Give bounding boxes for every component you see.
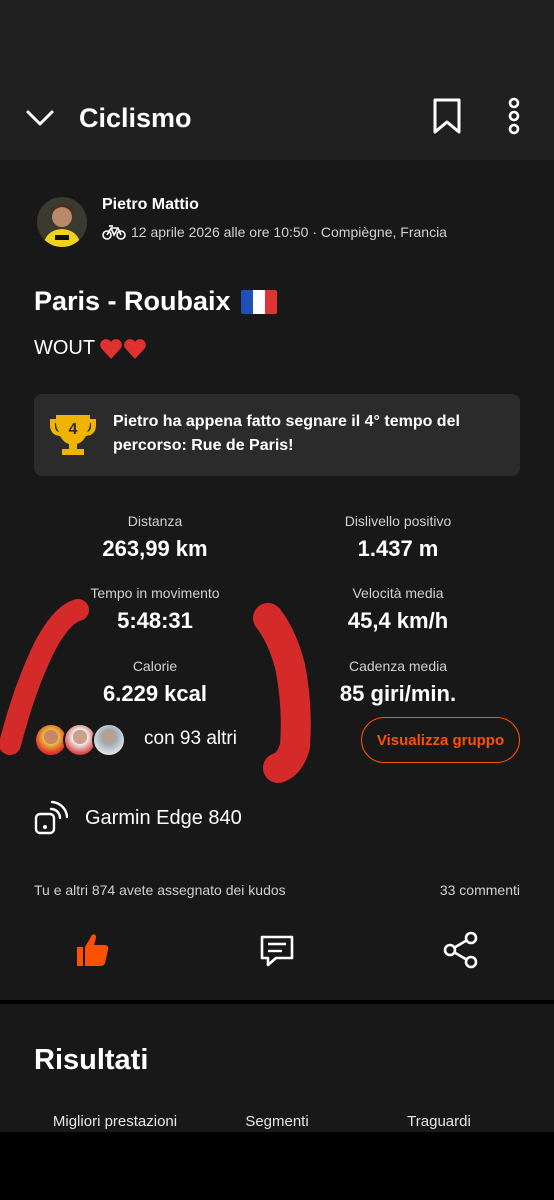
bike-icon xyxy=(102,225,126,240)
activity-description: WOUT xyxy=(34,337,96,359)
stat-label: Velocità media xyxy=(352,585,444,601)
comments-count[interactable]: 33 commenti xyxy=(440,882,520,898)
device-icon xyxy=(34,800,68,835)
tab-best-efforts[interactable]: Migliori prestazioni xyxy=(35,1113,195,1130)
kudos-summary[interactable]: Tu e altri 874 avete assegnato dei kudos xyxy=(34,882,286,898)
results-title: Risultati xyxy=(34,1044,149,1076)
group-avatar xyxy=(92,723,126,757)
group-avatars[interactable] xyxy=(34,723,126,757)
athlete-name[interactable]: Pietro Mattio xyxy=(102,196,199,214)
stat-distance: Distanza 263,99 km xyxy=(55,512,255,562)
heart-icon xyxy=(124,338,146,359)
activity-meta: 12 aprile 2026 alle ore 10:50 · Compiègn… xyxy=(102,224,447,240)
activity-card: Pietro Mattio 12 aprile 2026 alle ore 10… xyxy=(0,160,554,1000)
results-section: Risultati Migliori prestazioni Segmenti … xyxy=(0,1004,554,1132)
page-title: Ciclismo xyxy=(79,103,192,133)
activity-description-row: WOUT xyxy=(34,337,147,360)
stat-moving-time: Tempo in movimento 5:48:31 xyxy=(55,584,255,634)
avatar[interactable] xyxy=(37,197,87,247)
trophy-icon: 4 xyxy=(50,415,96,455)
achievement-text: Pietro ha appena fatto segnare il 4° tem… xyxy=(113,413,460,454)
stat-value: 85 giri/min. xyxy=(339,681,457,706)
view-group-button[interactable]: Visualizza gruppo xyxy=(361,717,520,763)
bottom-area xyxy=(0,1132,554,1200)
trophy-rank: 4 xyxy=(69,421,78,438)
chevron-down-icon[interactable] xyxy=(22,100,58,136)
stat-value: 45,4 km/h xyxy=(347,608,449,633)
share-icon[interactable] xyxy=(441,930,481,970)
app-bar: Ciclismo xyxy=(0,80,554,160)
stat-label: Calorie xyxy=(132,658,178,674)
stat-elevation: Dislivello positivo 1.437 m xyxy=(298,512,498,562)
france-flag-icon xyxy=(240,289,277,314)
comment-icon[interactable] xyxy=(257,930,297,970)
heart-icon xyxy=(100,338,122,359)
stat-value: 5:48:31 xyxy=(117,608,193,633)
more-options-icon[interactable] xyxy=(500,96,528,136)
stat-label: Tempo in movimento xyxy=(90,585,220,601)
stat-value: 263,99 km xyxy=(102,536,208,561)
stat-calories: Calorie 6.229 kcal xyxy=(55,657,255,707)
bookmark-icon[interactable] xyxy=(430,96,464,136)
stat-label: Cadenza media xyxy=(348,658,448,674)
activity-title-row: Paris - Roubaix xyxy=(34,286,277,317)
stat-value: 6.229 kcal xyxy=(103,681,207,706)
kudos-thumbs-up-icon[interactable] xyxy=(72,930,112,970)
stat-cadence: Cadenza media 85 giri/min. xyxy=(298,657,498,707)
stat-label: Dislivello positivo xyxy=(344,513,452,529)
tab-achievements[interactable]: Traguardi xyxy=(359,1113,519,1130)
group-others-count[interactable]: con 93 altri xyxy=(144,728,237,750)
status-bar xyxy=(0,0,554,80)
device-name: Garmin Edge 840 xyxy=(85,807,242,829)
achievement-banner[interactable]: 4 Pietro ha appena fatto segnare il 4° t… xyxy=(34,394,520,476)
stat-value: 1.437 m xyxy=(357,536,439,561)
activity-title: Paris - Roubaix xyxy=(34,286,231,316)
stat-avg-speed: Velocità media 45,4 km/h xyxy=(298,584,498,634)
stat-label: Distanza xyxy=(127,513,183,529)
activity-date-location: 12 aprile 2026 alle ore 10:50 · Compiègn… xyxy=(131,224,447,240)
tab-segments[interactable]: Segmenti xyxy=(197,1113,357,1130)
